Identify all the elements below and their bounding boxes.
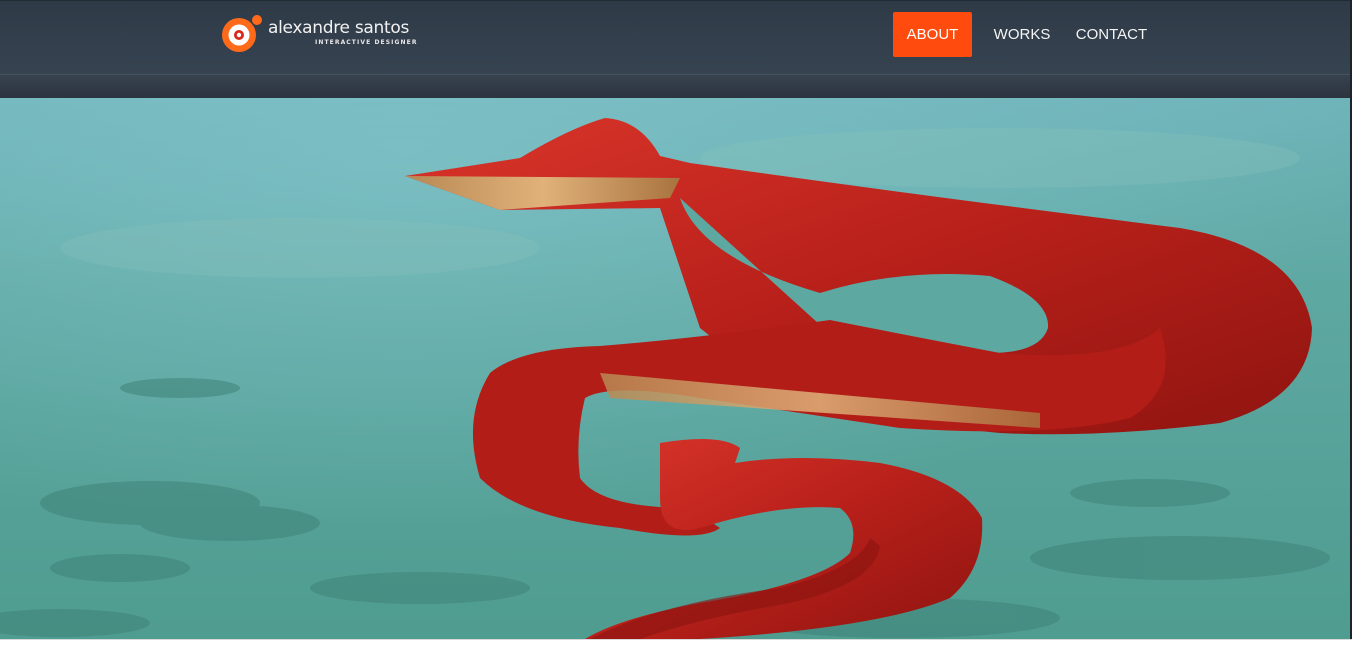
page-bottom <box>0 639 1352 646</box>
brand-name: alexandre santos <box>268 18 409 38</box>
logo[interactable]: alexandre santos INTERACTIVE DESIGNER <box>219 12 419 54</box>
nav-works[interactable]: WORKS <box>987 12 1057 57</box>
nav-about[interactable]: ABOUT <box>893 12 972 57</box>
target-logo-icon <box>222 15 262 52</box>
nav-contact[interactable]: CONTACT <box>1073 12 1150 57</box>
red-ribbon-sculpture-photo <box>0 98 1350 639</box>
site-header: alexandre santos INTERACTIVE DESIGNER AB… <box>0 0 1352 75</box>
brand-tagline: INTERACTIVE DESIGNER <box>315 39 418 46</box>
header-strip <box>0 74 1350 99</box>
hero-image <box>0 98 1350 639</box>
page: alexandre santos INTERACTIVE DESIGNER AB… <box>0 0 1352 646</box>
